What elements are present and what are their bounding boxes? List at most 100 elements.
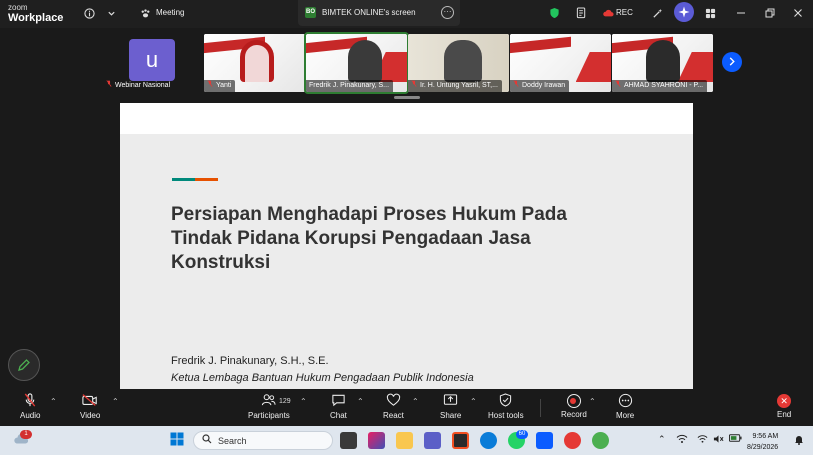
task-view-icon[interactable] xyxy=(340,432,357,449)
end-label: End xyxy=(777,410,792,419)
copilot-icon[interactable] xyxy=(368,432,385,449)
record-icon xyxy=(566,394,581,408)
paw-icon[interactable] xyxy=(138,6,152,20)
audio-button[interactable]: Audio xyxy=(20,393,40,420)
participants-count: 129 xyxy=(279,398,291,405)
record-button[interactable]: Record xyxy=(561,393,587,419)
host-tools-button[interactable]: Host tools xyxy=(488,393,524,420)
share-label: Share xyxy=(440,411,462,420)
chat-options-caret[interactable]: ⌃ xyxy=(357,397,364,406)
participant-name-text: Webinar Nasional xyxy=(115,82,171,89)
zoom-logo: zoom Workplace xyxy=(8,3,64,24)
participants-icon xyxy=(261,393,277,409)
mic-muted-icon xyxy=(207,80,213,87)
wifi-icon[interactable] xyxy=(697,434,708,446)
chat-icon xyxy=(330,393,346,409)
meeting-label[interactable]: Meeting xyxy=(156,8,184,17)
heart-react-icon xyxy=(385,393,401,409)
participant-tile[interactable]: Yanti xyxy=(204,34,305,92)
top-bar: zoom Workplace Meeting BO BIMTEK ONLINE'… xyxy=(0,0,813,28)
more-button[interactable]: More xyxy=(616,393,634,420)
participant-tile[interactable]: Ir. H. Untung Yasril, ST,... xyxy=(408,34,509,92)
whatsapp-badge: 60 xyxy=(516,430,528,439)
restore-icon[interactable] xyxy=(763,6,777,20)
react-button[interactable]: React xyxy=(383,393,404,420)
close-icon[interactable] xyxy=(791,6,805,20)
participant-name-text: Doddy Irawan xyxy=(522,82,566,89)
participant-name-text: AHMAD SYAHRONI - P... xyxy=(624,82,704,89)
teams-icon[interactable] xyxy=(424,432,441,449)
video-person xyxy=(348,40,382,82)
recording-label: REC xyxy=(616,8,633,17)
store-icon[interactable] xyxy=(452,432,469,449)
chevron-down-icon[interactable] xyxy=(104,6,118,20)
chrome-profile-icon[interactable] xyxy=(592,432,609,449)
screen-share-tab[interactable]: BO BIMTEK ONLINE's screen ··· xyxy=(298,0,460,26)
os-taskbar: 1 Search 60 ⌃ 9:56 AM 8/29/2026 xyxy=(0,426,813,455)
edge-icon[interactable] xyxy=(480,432,497,449)
participant-name-text: Fredrik J. Pinakunary, S... xyxy=(309,82,390,89)
host-shield-icon xyxy=(498,393,514,409)
volume-muted-icon[interactable] xyxy=(713,434,724,446)
video-off-icon xyxy=(82,393,98,409)
notes-icon[interactable] xyxy=(574,6,588,20)
taskbar-search-input[interactable]: Search xyxy=(193,431,333,450)
participant-strip: u Webinar Nasional Yanti Fredrik J. Pina… xyxy=(0,28,813,99)
info-icon[interactable] xyxy=(82,6,96,20)
participant-name-text: Yanti xyxy=(216,82,232,89)
participant-name: Yanti xyxy=(204,80,236,92)
system-clock[interactable]: 9:56 AM 8/29/2026 xyxy=(747,431,778,453)
video-options-caret[interactable]: ⌃ xyxy=(112,397,119,406)
record-label: Record xyxy=(561,410,587,419)
ai-companion-icon[interactable] xyxy=(674,2,694,22)
audio-options-caret[interactable]: ⌃ xyxy=(50,397,57,406)
zoom-window: zoom Workplace Meeting BO BIMTEK ONLINE'… xyxy=(0,0,813,455)
share-button[interactable]: Share xyxy=(440,393,461,420)
video-person xyxy=(240,40,274,82)
participants-options-caret[interactable]: ⌃ xyxy=(300,397,307,406)
magic-wand-icon[interactable] xyxy=(650,6,664,20)
participant-tile[interactable]: u Webinar Nasional xyxy=(103,34,203,92)
apps-icon[interactable] xyxy=(703,6,717,20)
participant-tile[interactable]: AHMAD SYAHRONI - P... xyxy=(612,34,713,92)
search-placeholder: Search xyxy=(218,436,247,446)
next-page-button[interactable] xyxy=(722,52,742,72)
screen-share-label: BIMTEK ONLINE's screen xyxy=(322,8,416,17)
end-call-icon: ✕ xyxy=(777,394,792,408)
file-explorer-icon[interactable] xyxy=(396,432,413,449)
annotate-pencil-button[interactable] xyxy=(8,349,40,381)
slide-header-band xyxy=(120,103,693,134)
minimize-icon[interactable] xyxy=(734,6,748,20)
cloud-record-icon[interactable] xyxy=(601,6,615,20)
participant-tile-active-speaker[interactable]: Fredrik J. Pinakunary, S... xyxy=(304,32,409,94)
meeting-toolbar: Audio ⌃ Video ⌃ Participants 129 ⌃ Chat … xyxy=(0,389,813,426)
strip-resize-handle[interactable] xyxy=(394,96,420,99)
brand-line-2: Workplace xyxy=(8,12,64,24)
video-button[interactable]: Video xyxy=(80,393,100,420)
tray-overflow-icon[interactable]: ⌃ xyxy=(658,434,666,445)
notifications-icon[interactable] xyxy=(794,434,804,447)
react-label: React xyxy=(383,411,404,420)
chat-button[interactable]: Chat xyxy=(330,393,347,420)
participant-name: AHMAD SYAHRONI - P... xyxy=(612,80,708,92)
share-options-caret[interactable]: ⌃ xyxy=(470,397,477,406)
react-options-caret[interactable]: ⌃ xyxy=(412,397,419,406)
more-dots-icon[interactable]: ··· xyxy=(441,6,454,19)
battery-icon[interactable] xyxy=(729,434,742,444)
mic-muted-icon xyxy=(106,80,112,87)
network-icon[interactable] xyxy=(676,434,688,446)
audio-label: Audio xyxy=(20,411,41,420)
zoom-taskbar-icon[interactable] xyxy=(536,432,553,449)
mic-muted-icon xyxy=(513,80,519,87)
windows-start-icon[interactable] xyxy=(168,432,185,449)
mic-muted-icon xyxy=(411,80,417,87)
shield-icon[interactable] xyxy=(547,6,561,20)
shared-screen: Persiapan Menghadapi Proses Hukum Pada T… xyxy=(120,103,693,389)
end-meeting-button[interactable]: ✕ End xyxy=(777,393,791,419)
participant-tile[interactable]: Doddy Irawan xyxy=(510,34,611,92)
participant-name-text: Ir. H. Untung Yasril, ST,... xyxy=(420,82,498,89)
record-options-caret[interactable]: ⌃ xyxy=(589,397,596,406)
more-label: More xyxy=(616,411,635,420)
screen-share-badge: BO xyxy=(305,7,316,18)
chrome-icon[interactable] xyxy=(564,432,581,449)
